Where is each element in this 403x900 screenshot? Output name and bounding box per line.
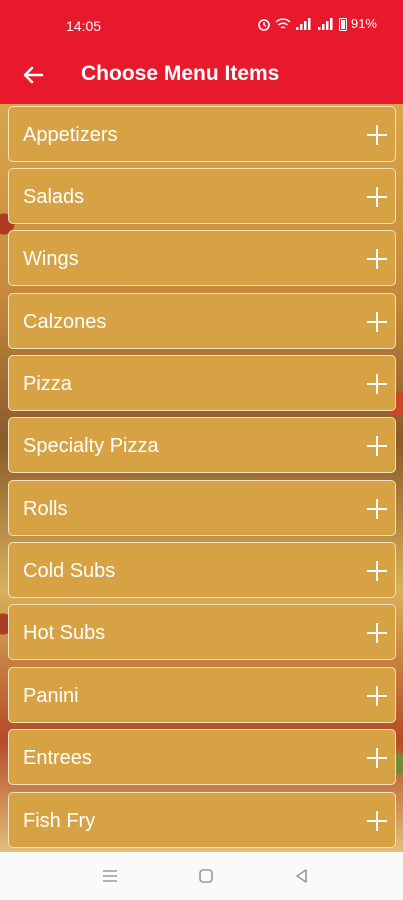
menu-item-calzones[interactable]: Calzones xyxy=(8,293,396,349)
plus-icon[interactable] xyxy=(367,748,387,768)
home-icon[interactable] xyxy=(196,866,216,886)
alarm-icon xyxy=(258,18,270,31)
menu-item-label: Specialty Pizza xyxy=(23,435,159,457)
plus-icon[interactable] xyxy=(367,436,387,456)
status-bar: 14:05 91% xyxy=(0,0,403,48)
menu-item-rolls[interactable]: Rolls xyxy=(8,480,396,536)
signal-icon xyxy=(317,17,333,30)
system-nav-bar xyxy=(0,852,403,900)
battery-icon xyxy=(338,17,347,31)
menu-item-label: Panini xyxy=(23,685,79,707)
menu-item-cold-subs[interactable]: Cold Subs xyxy=(8,542,396,598)
status-icons: 91% xyxy=(257,16,377,31)
battery-level: 91% xyxy=(350,16,377,31)
menu-item-label: Wings xyxy=(23,248,79,270)
menu-item-pizza[interactable]: Pizza xyxy=(8,355,396,411)
menu-list: Appetizers Salads Wings Calzones Pizza S… xyxy=(0,104,403,852)
menu-item-wings[interactable]: Wings xyxy=(8,230,396,286)
plus-icon[interactable] xyxy=(367,125,387,145)
plus-icon[interactable] xyxy=(367,249,387,269)
back-arrow-icon[interactable] xyxy=(18,60,48,90)
plus-icon[interactable] xyxy=(367,811,387,831)
menu-item-panini[interactable]: Panini xyxy=(8,667,396,723)
plus-icon[interactable] xyxy=(367,312,387,332)
signal-icon xyxy=(295,17,311,30)
menu-item-salads[interactable]: Salads xyxy=(8,168,396,224)
wifi-icon xyxy=(275,17,291,29)
menu-item-label: Pizza xyxy=(23,373,72,395)
menu-item-label: Hot Subs xyxy=(23,622,106,644)
plus-icon[interactable] xyxy=(367,686,387,706)
menu-item-appetizers[interactable]: Appetizers xyxy=(8,106,396,162)
status-time: 14:05 xyxy=(66,18,102,34)
menu-item-label: Entrees xyxy=(23,747,92,769)
menu-item-label: Calzones xyxy=(23,311,107,333)
menu-item-label: Fish Fry xyxy=(23,810,96,832)
back-icon[interactable] xyxy=(292,866,312,886)
plus-icon[interactable] xyxy=(367,374,387,394)
menu-item-label: Cold Subs xyxy=(23,560,116,582)
page-title: Choose Menu Items xyxy=(81,62,280,85)
menu-icon[interactable] xyxy=(100,866,120,886)
menu-item-hot-subs[interactable]: Hot Subs xyxy=(8,604,396,660)
menu-item-label: Salads xyxy=(23,186,85,208)
plus-icon[interactable] xyxy=(367,499,387,519)
menu-item-entrees[interactable]: Entrees xyxy=(8,729,396,785)
menu-item-label: Rolls xyxy=(23,498,68,520)
menu-item-label: Appetizers xyxy=(23,124,118,146)
app-bar: Choose Menu Items xyxy=(0,48,403,104)
plus-icon[interactable] xyxy=(367,561,387,581)
plus-icon[interactable] xyxy=(367,623,387,643)
menu-item-specialty-pizza[interactable]: Specialty Pizza xyxy=(8,417,396,473)
plus-icon[interactable] xyxy=(367,187,387,207)
menu-item-fish-fry[interactable]: Fish Fry xyxy=(8,792,396,848)
